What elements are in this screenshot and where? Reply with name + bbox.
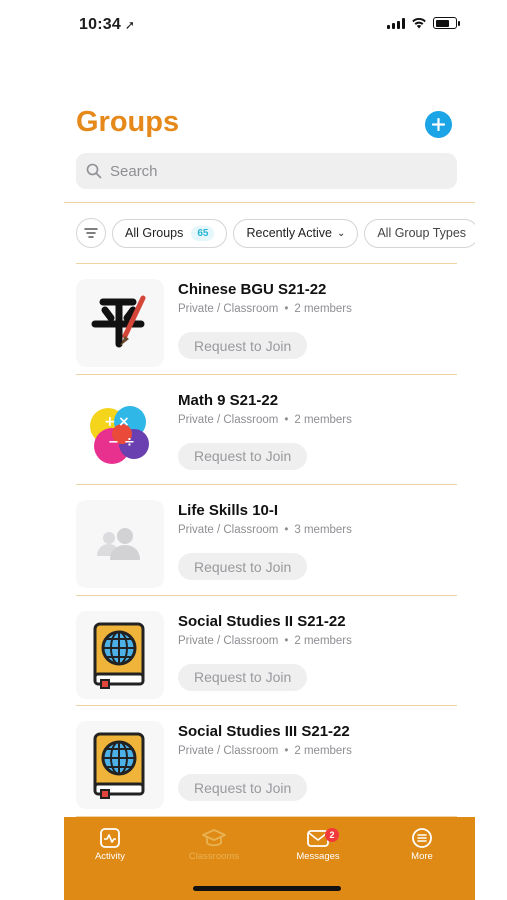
status-bar: 10:34 ➚	[64, 0, 475, 48]
activity-icon	[100, 828, 120, 848]
request-to-join-button[interactable]: Request to Join	[178, 332, 308, 359]
chip-all-group-types[interactable]: All Group Types	[364, 218, 475, 248]
group-row[interactable]: × + ÷ − Math 9 S21-22 Private / Classroo…	[76, 375, 457, 485]
divider	[64, 202, 475, 203]
tab-more[interactable]: More	[382, 825, 462, 862]
home-indicator	[193, 886, 341, 891]
status-time: 10:34 ➚	[79, 16, 136, 33]
search-input[interactable]	[110, 162, 410, 180]
chevron-down-icon: ⌄	[336, 227, 346, 239]
tab-label: More	[411, 851, 433, 862]
more-icon	[412, 828, 432, 848]
group-row[interactable]: Chinese BGU S21-22 Private / Classroom • 2…	[76, 264, 457, 375]
svg-text:×: ×	[118, 414, 130, 430]
group-row[interactable]: Life Skills 10-I Private / Classroom • 3 m…	[76, 485, 457, 596]
math-splash-icon: × + ÷ −	[76, 389, 164, 478]
classroom-icon	[202, 829, 226, 847]
chip-label: All Groups	[125, 226, 184, 240]
plus-icon	[432, 118, 445, 131]
group-name: Social Studies III S21-22	[178, 723, 350, 740]
group-meta: Private / Classroom • 2 members	[178, 413, 352, 426]
wifi-icon	[412, 17, 426, 29]
chip-label: Recently Active	[246, 226, 332, 240]
request-to-join-button[interactable]: Request to Join	[178, 442, 308, 470]
signal-icon	[387, 17, 405, 29]
group-meta: Private / Classroom • 3 members	[178, 524, 352, 536]
app-screen: 10:34➚ Groups All Groups 65 Recently Act…	[64, 0, 475, 900]
request-to-join-button[interactable]: Request to Join	[178, 663, 308, 691]
people-placeholder-icon	[76, 500, 164, 588]
filter-bar: All Groups 65 Recently Active ⌄ All Grou…	[76, 218, 475, 248]
filter-icon	[84, 228, 98, 238]
request-to-join-button[interactable]: Request to Join	[178, 774, 308, 801]
svg-text:+: +	[104, 414, 116, 430]
group-name: Math 9 S21-22	[178, 391, 279, 409]
group-list: Chinese BGU S21-22 Private / Classroom • 2…	[76, 264, 457, 817]
location-arrow-icon: ➚	[124, 18, 136, 32]
tab-label: Messages	[296, 851, 340, 862]
add-group-button[interactable]	[425, 111, 452, 138]
chip-all-groups[interactable]: All Groups 65	[112, 218, 228, 248]
chip-recently-active[interactable]: Recently Active ⌄	[233, 218, 359, 248]
group-count-badge: 65	[191, 225, 215, 241]
tab-messages[interactable]: 2 Messages	[278, 825, 358, 862]
filter-button[interactable]	[76, 218, 106, 248]
group-row[interactable]: Social Studies II S21-22 Private / Class…	[76, 596, 457, 706]
group-name: Life Skills 10-I	[178, 502, 279, 519]
group-meta: Private / Classroom • 2 members	[178, 745, 352, 757]
page-title: Groups	[76, 106, 180, 138]
group-name: Chinese BGU S21-22	[178, 281, 327, 298]
search-icon	[86, 163, 102, 179]
tab-label: Classrooms	[188, 851, 240, 862]
chinese-calligraphy-icon	[76, 279, 164, 367]
globe-book-icon	[76, 721, 164, 809]
group-meta: Private / Classroom • 2 members	[178, 634, 352, 647]
group-name: Social Studies II S21-22	[178, 612, 346, 630]
unread-badge: 2	[325, 828, 339, 842]
tab-label: Activity	[94, 851, 126, 862]
tab-activity[interactable]: Activity	[70, 825, 150, 862]
battery-icon	[433, 17, 460, 29]
svg-text:÷: ÷	[124, 435, 135, 450]
svg-text:−: −	[108, 435, 119, 450]
group-row[interactable]: Social Studies III S21-22 Private / Clas…	[76, 706, 457, 817]
globe-book-icon	[76, 610, 164, 699]
chip-label: All Group Types	[377, 226, 467, 240]
request-to-join-button[interactable]: Request to Join	[178, 553, 308, 580]
group-meta: Private / Classroom • 2 members	[178, 303, 352, 315]
status-icons	[387, 17, 460, 29]
tab-classrooms[interactable]: Classrooms	[174, 825, 254, 862]
search-bar[interactable]	[76, 153, 457, 189]
